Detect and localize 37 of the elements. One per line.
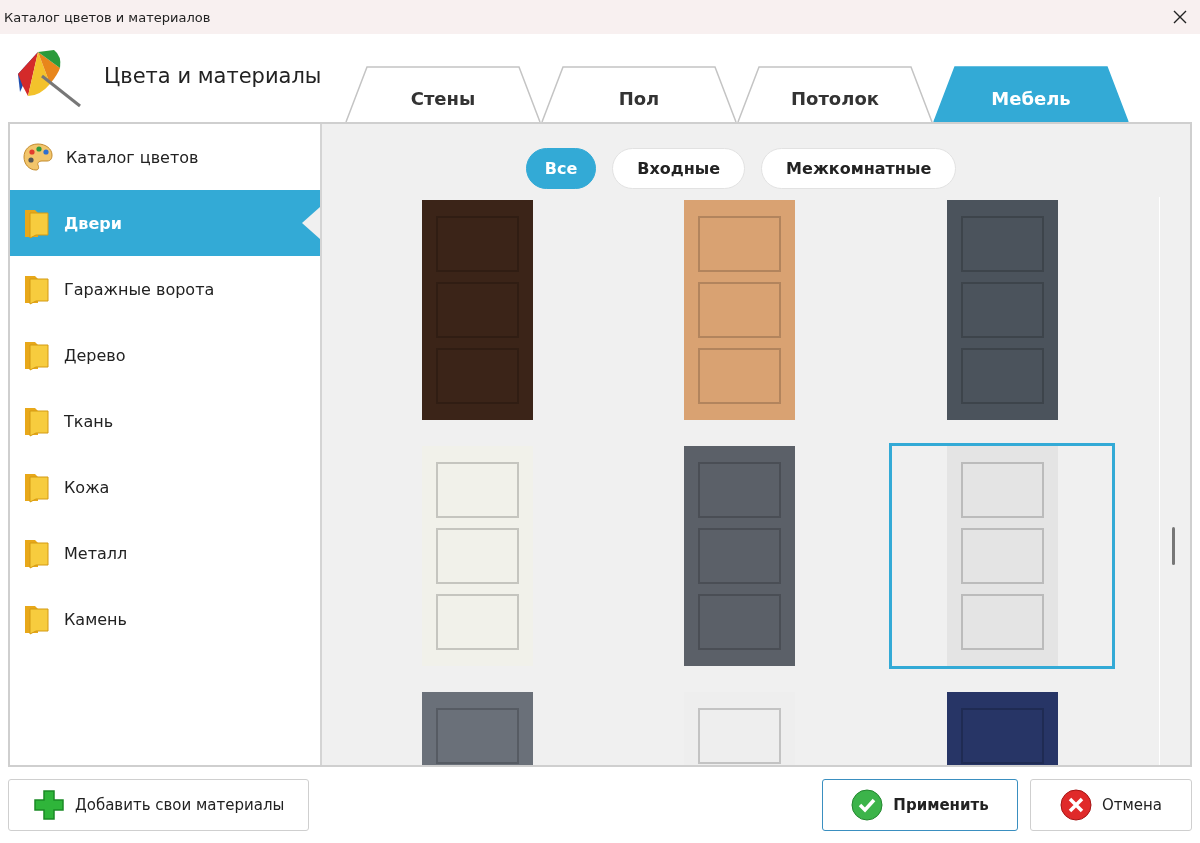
folder-icon	[22, 405, 52, 437]
folder-icon	[22, 603, 52, 635]
tab[interactable]: Потолок	[737, 66, 933, 122]
tab[interactable]: Стены	[345, 66, 541, 122]
sidebar-item[interactable]: Каталог цветов	[10, 124, 320, 190]
door-drawing[interactable]	[684, 200, 795, 420]
folder-icon	[22, 273, 52, 305]
door-drawing[interactable]	[946, 200, 1058, 420]
window-title: Каталог цветов и материалов	[4, 9, 211, 25]
filter-chip[interactable]: Межкомнатные	[761, 148, 957, 189]
door-drawing[interactable]	[946, 446, 1058, 666]
door-drawing[interactable]	[684, 446, 795, 666]
sidebar-item[interactable]: Камень	[10, 586, 320, 652]
folder-icon	[22, 471, 52, 503]
add-materials-button[interactable]: Добавить свои материалы	[8, 779, 310, 831]
sidebar-item[interactable]: Дерево	[10, 322, 320, 388]
scrollbar-thumb[interactable]	[1172, 527, 1175, 565]
palette-icon	[22, 141, 54, 173]
apply-button[interactable]: Применить	[822, 779, 1018, 831]
door-drawing[interactable]	[421, 446, 533, 666]
swatch-selection[interactable]	[889, 443, 1115, 669]
sidebar-item[interactable]: Металл	[10, 520, 320, 586]
tab[interactable]: Пол	[541, 66, 737, 122]
folder-icon	[22, 537, 52, 569]
sidebar-item[interactable]: Кожа	[10, 454, 320, 520]
header-title: Цвета и материалы	[104, 64, 322, 88]
check-icon	[851, 789, 884, 821]
sidebar-item[interactable]: Гаражные ворота	[10, 256, 320, 322]
plus-icon	[33, 789, 65, 821]
close-icon	[1173, 10, 1187, 24]
cancel-button[interactable]: Отмена	[1030, 779, 1192, 831]
folder-icon	[22, 339, 52, 371]
filter-chip[interactable]: Входные	[612, 148, 746, 189]
sidebar-item[interactable]: Ткань	[10, 388, 320, 454]
folder-icon	[22, 207, 52, 239]
door-drawing[interactable]	[421, 200, 533, 420]
close-circle-icon	[1059, 789, 1092, 821]
